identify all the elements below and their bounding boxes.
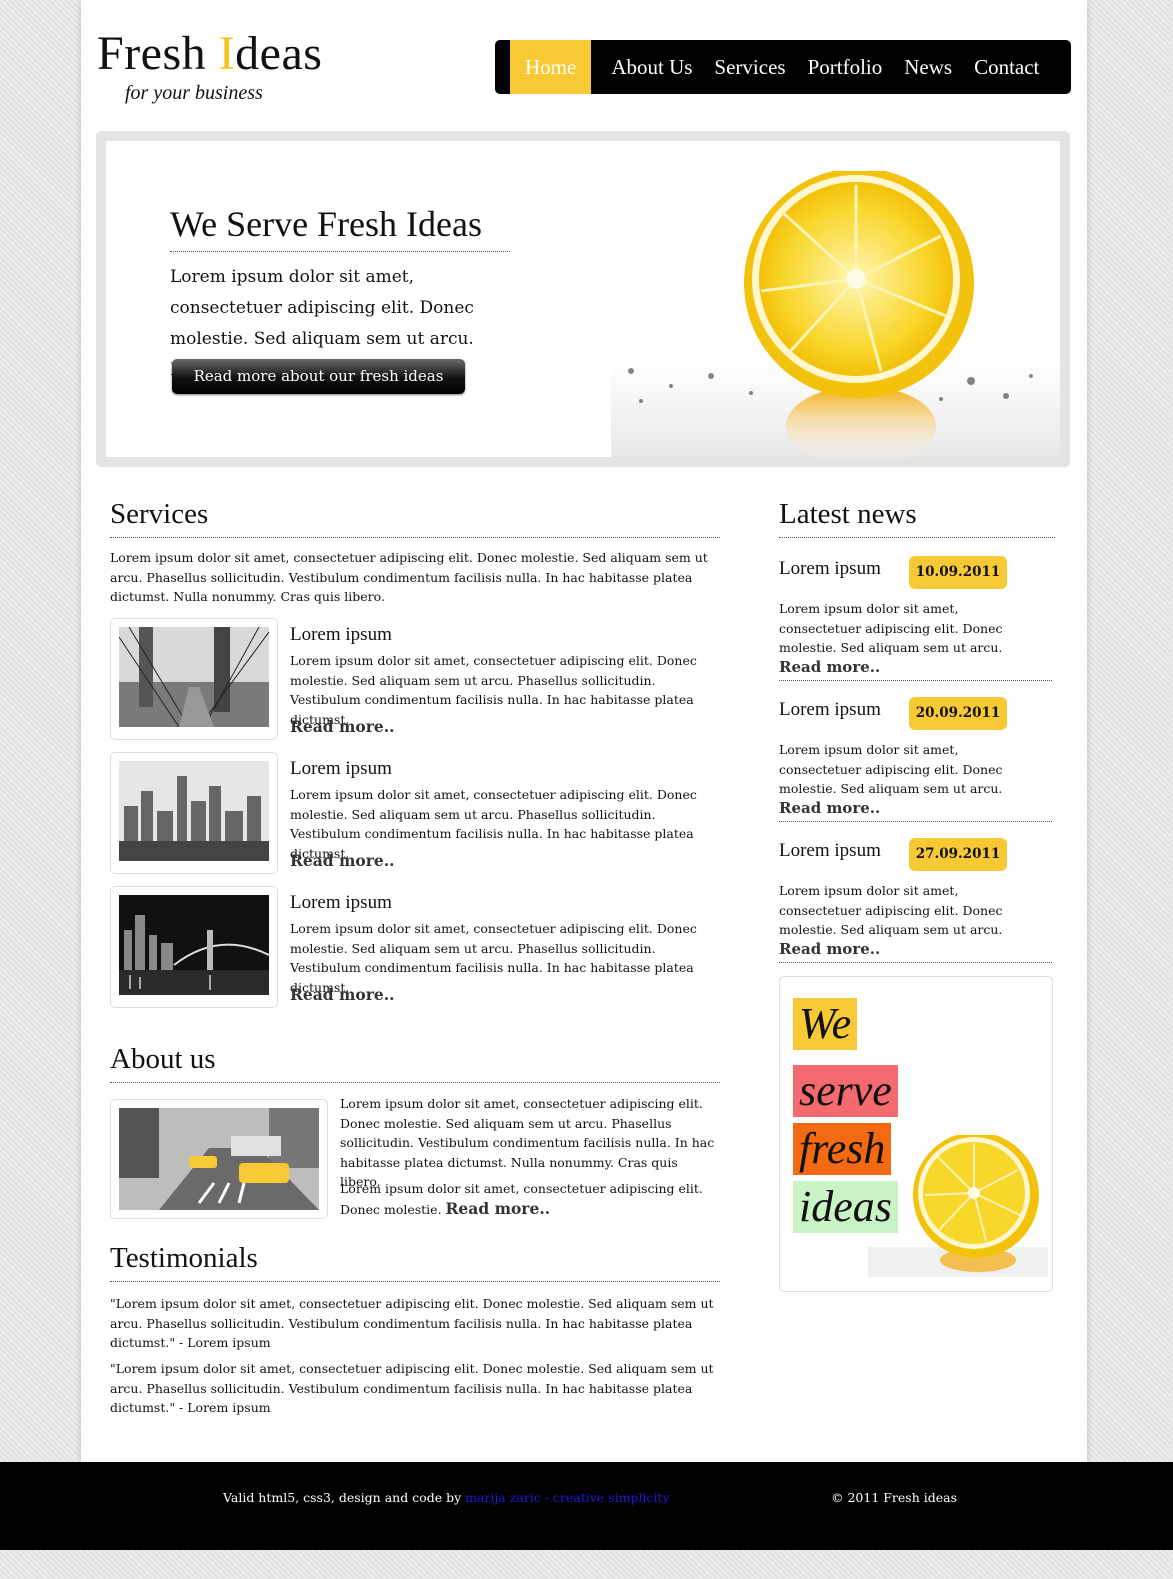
page: Fresh Ideas for your business Home About… — [81, 0, 1087, 1465]
service-item: Lorem ipsum Lorem ipsum dolor sit amet, … — [110, 752, 720, 874]
news-item: Lorem ipsum 20.09.2011 Lorem ipsum dolor… — [779, 697, 1052, 822]
nav-news[interactable]: News — [893, 40, 963, 94]
service-thumbnail[interactable] — [110, 618, 278, 740]
footer: Valid html5, css3, design and code by ma… — [0, 1462, 1173, 1550]
news-text: Lorem ipsum dolor sit amet, consectetuer… — [779, 742, 1003, 817]
nav-home[interactable]: Home — [510, 40, 592, 94]
service-thumbnail[interactable] — [110, 886, 278, 1008]
service-read-more-link[interactable]: Read more.. — [290, 717, 395, 736]
news-title[interactable]: Lorem ipsum — [779, 840, 881, 862]
promo-banner[interactable]: We serve fresh ideas — [779, 976, 1053, 1292]
services-heading: Services — [110, 498, 720, 538]
service-read-more-link[interactable]: Read more.. — [290, 985, 395, 1004]
about-thumbnail[interactable] — [110, 1099, 328, 1219]
testimonial: "Lorem ipsum dolor sit amet, consectetue… — [110, 1296, 714, 1350]
promo-word: serve — [793, 1065, 898, 1117]
testimonial: "Lorem ipsum dolor sit amet, consectetue… — [110, 1361, 714, 1415]
hero-read-more-button[interactable]: Read more about our fresh ideas — [172, 359, 465, 394]
service-read-more-link[interactable]: Read more.. — [290, 851, 395, 870]
news-text: Lorem ipsum dolor sit amet, consectetuer… — [779, 601, 1003, 676]
logo-tagline: for your business — [125, 82, 263, 104]
promo-word: We — [793, 998, 858, 1050]
service-item: Lorem ipsum Lorem ipsum dolor sit amet, … — [110, 618, 720, 740]
city-skyline-photo — [119, 761, 269, 861]
footer-author-link[interactable]: marija zaric - creative simplicity — [465, 1490, 669, 1505]
about-text: Lorem ipsum dolor sit amet, consectetuer… — [340, 1096, 715, 1189]
promo-lemon-image — [868, 1135, 1048, 1277]
hero-title: We Serve Fresh Ideas — [170, 203, 510, 252]
news-item: Lorem ipsum 10.09.2011 Lorem ipsum dolor… — [779, 556, 1052, 681]
news-title[interactable]: Lorem ipsum — [779, 558, 881, 580]
service-title: Lorem ipsum — [290, 758, 392, 779]
news-date-badge: 10.09.2011 — [909, 556, 1007, 589]
news-title[interactable]: Lorem ipsum — [779, 699, 881, 721]
lemon-image — [611, 171, 1060, 457]
footer-credit: Valid html5, css3, design and code by ma… — [223, 1490, 670, 1505]
footer-copyright: © 2011 Fresh ideas — [831, 1490, 958, 1505]
service-item: Lorem ipsum Lorem ipsum dolor sit amet, … — [110, 886, 720, 1008]
latest-news-heading: Latest news — [779, 498, 1055, 538]
night-bridge-photo — [119, 895, 270, 995]
hero-banner: We Serve Fresh Ideas Lorem ipsum dolor s… — [96, 131, 1070, 467]
service-thumbnail[interactable] — [110, 752, 278, 874]
about-text-2: Lorem ipsum dolor sit amet, consectetuer… — [340, 1181, 703, 1218]
services-intro: Lorem ipsum dolor sit amet, consectetuer… — [110, 550, 708, 604]
logo-wordmark: Fresh Ideas — [97, 27, 323, 80]
news-item: Lorem ipsum 27.09.2011 Lorem ipsum dolor… — [779, 838, 1052, 963]
about-heading: About us — [110, 1043, 720, 1083]
nav-services[interactable]: Services — [703, 40, 796, 94]
news-text: Lorem ipsum dolor sit amet, consectetuer… — [779, 883, 1003, 958]
logo[interactable]: Fresh Ideas for your business — [97, 30, 327, 110]
bridge-photo — [118, 626, 270, 728]
about-read-more-link[interactable]: Read more.. — [446, 1199, 551, 1218]
taxi-street-photo — [119, 1108, 319, 1210]
main-nav: Home About Us Services Portfolio News Co… — [495, 40, 1071, 94]
news-date-badge: 27.09.2011 — [909, 838, 1007, 871]
nav-portfolio[interactable]: Portfolio — [797, 40, 894, 94]
service-title: Lorem ipsum — [290, 624, 392, 645]
news-date-badge: 20.09.2011 — [909, 697, 1007, 730]
news-read-more-link[interactable]: Read more.. — [779, 658, 880, 676]
service-title: Lorem ipsum — [290, 892, 392, 913]
nav-about-us[interactable]: About Us — [600, 40, 703, 94]
news-read-more-link[interactable]: Read more.. — [779, 799, 880, 817]
news-read-more-link[interactable]: Read more.. — [779, 940, 880, 958]
testimonials-heading: Testimonials — [110, 1242, 720, 1282]
nav-contact[interactable]: Contact — [963, 40, 1050, 94]
